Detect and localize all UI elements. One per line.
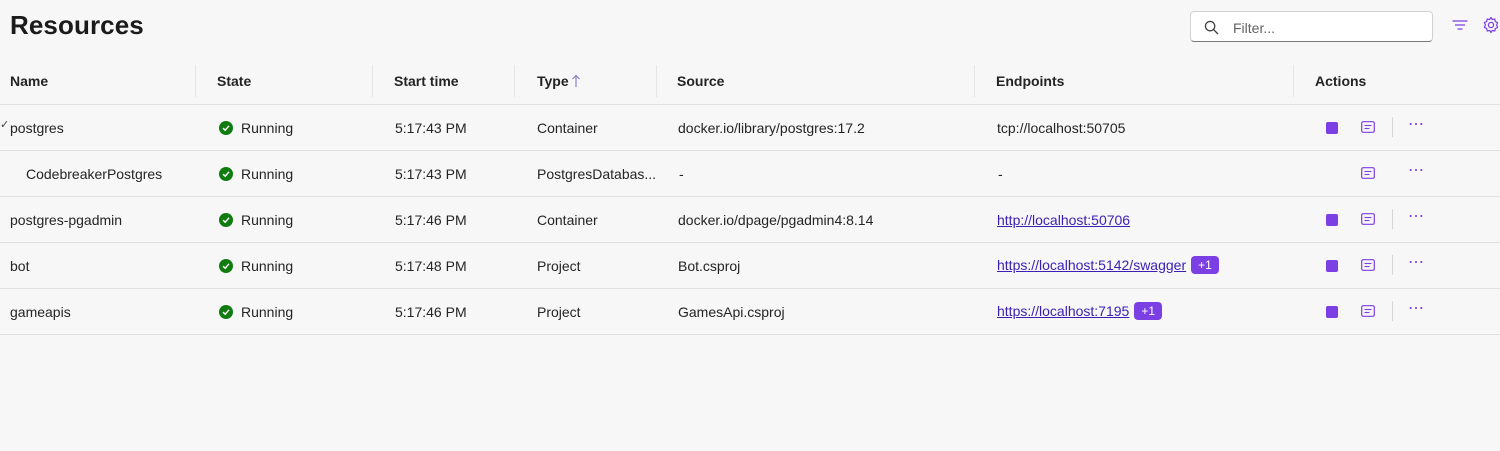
resource-name: gameapis	[10, 304, 71, 320]
state-label: Running	[241, 258, 294, 274]
state-label: Running	[241, 212, 294, 228]
filter-input[interactable]	[1231, 16, 1430, 39]
column-resize-handle[interactable]	[195, 65, 196, 97]
resource-source: Bot.csproj	[678, 258, 741, 274]
more-actions-button[interactable]: ⋯	[1408, 117, 1425, 133]
endpoint-text: tcp://localhost:50705	[997, 120, 1126, 136]
console-log-icon[interactable]	[1361, 213, 1375, 225]
column-header-source[interactable]: Source	[677, 73, 724, 89]
state-cell: Running	[219, 304, 293, 320]
endpoint-link[interactable]: https://localhost:5142/swagger	[997, 257, 1186, 273]
endpoint-text: -	[998, 166, 1003, 182]
resource-type: Container	[537, 212, 598, 228]
endpoint-link[interactable]: https://localhost:7195	[997, 303, 1129, 319]
resource-name: postgres	[10, 120, 64, 136]
column-header-actions: Actions	[1315, 73, 1367, 89]
stop-button[interactable]	[1326, 260, 1338, 272]
divider	[1392, 301, 1393, 321]
more-endpoints-badge[interactable]: +1	[1191, 256, 1219, 274]
checkmark-circle-icon	[219, 167, 233, 181]
start-time: 5:17:48 PM	[395, 258, 467, 274]
resource-type: PostgresDatabas...	[537, 166, 657, 182]
column-resize-handle[interactable]	[974, 65, 975, 97]
checkmark-circle-icon	[219, 121, 233, 135]
table-row[interactable]: gameapis Running 5:17:46 PM Project Game…	[0, 289, 1500, 335]
column-resize-handle[interactable]	[1293, 65, 1294, 97]
state-label: Running	[241, 120, 294, 136]
divider	[1392, 209, 1393, 229]
endpoint-cell: https://localhost:5142/swagger +1	[997, 256, 1219, 274]
column-header-state[interactable]: State	[217, 73, 251, 89]
search-icon	[1204, 20, 1219, 35]
more-actions-button[interactable]: ⋯	[1408, 209, 1425, 225]
filter-lines-icon[interactable]	[1452, 17, 1468, 33]
state-cell: Running	[219, 166, 293, 182]
resource-name: CodebreakerPostgres	[26, 166, 163, 182]
stop-button[interactable]	[1326, 306, 1338, 318]
page-title: Resources	[10, 10, 144, 40]
table-row[interactable]: CodebreakerPostgres Running 5:17:43 PM P…	[0, 151, 1500, 197]
resource-source: -	[679, 166, 684, 182]
resource-name: bot	[10, 258, 30, 274]
checkmark-circle-icon	[219, 259, 233, 273]
arrow-up-icon	[572, 74, 580, 87]
filter-search-box[interactable]	[1190, 11, 1433, 42]
checkmark-circle-icon	[219, 305, 233, 319]
state-cell: Running	[219, 212, 293, 228]
console-log-icon[interactable]	[1361, 167, 1375, 179]
start-time: 5:17:43 PM	[395, 120, 467, 136]
start-time: 5:17:46 PM	[395, 304, 467, 320]
column-resize-handle[interactable]	[372, 65, 373, 97]
column-resize-handle[interactable]	[656, 65, 657, 97]
console-log-icon[interactable]	[1361, 305, 1375, 317]
more-actions-button[interactable]: ⋯	[1408, 255, 1425, 271]
table-row[interactable]: postgres-pgadmin Running 5:17:46 PM Cont…	[0, 197, 1500, 243]
resource-source: docker.io/library/postgres:17.2	[678, 120, 865, 136]
table-row[interactable]: bot Running 5:17:48 PM Project Bot.cspro…	[0, 243, 1500, 289]
grid-header: Name State Start time Type Source Endpoi…	[0, 59, 1500, 105]
start-time: 5:17:43 PM	[395, 166, 467, 182]
state-cell: Running	[219, 258, 293, 274]
stop-button[interactable]	[1326, 214, 1338, 226]
console-log-icon[interactable]	[1361, 121, 1375, 133]
console-log-icon[interactable]	[1361, 259, 1375, 271]
endpoint-link[interactable]: http://localhost:50706	[997, 212, 1130, 228]
resource-source: GamesApi.csproj	[678, 304, 785, 320]
table-row[interactable]: ✓ postgres Running 5:17:43 PM Container …	[0, 105, 1500, 151]
resource-name: postgres-pgadmin	[10, 212, 123, 228]
start-time: 5:17:46 PM	[395, 212, 467, 228]
divider	[1392, 255, 1393, 275]
more-actions-button[interactable]: ⋯	[1408, 301, 1425, 317]
resource-type: Project	[537, 258, 581, 274]
column-header-endpoints[interactable]: Endpoints	[996, 73, 1064, 89]
endpoint-cell: https://localhost:7195 +1	[997, 302, 1162, 320]
expand-chevron-icon[interactable]: ✓	[0, 118, 9, 131]
column-header-start-time[interactable]: Start time	[394, 73, 459, 89]
stop-button[interactable]	[1326, 122, 1338, 134]
resource-source: docker.io/dpage/pgadmin4:8.14	[678, 212, 874, 228]
column-resize-handle[interactable]	[514, 65, 515, 97]
more-endpoints-badge[interactable]: +1	[1134, 302, 1162, 320]
column-header-name[interactable]: Name	[10, 73, 48, 89]
state-label: Running	[241, 166, 294, 182]
gear-icon[interactable]	[1482, 16, 1500, 34]
divider	[1392, 117, 1393, 137]
column-header-type[interactable]: Type	[537, 73, 569, 89]
checkmark-circle-icon	[219, 213, 233, 227]
state-label: Running	[241, 304, 294, 320]
resources-grid: Name State Start time Type Source Endpoi…	[0, 59, 1500, 335]
more-actions-button[interactable]: ⋯	[1408, 163, 1425, 179]
state-cell: Running	[219, 120, 293, 136]
resource-type: Container	[537, 120, 598, 136]
resource-type: Project	[537, 304, 581, 320]
